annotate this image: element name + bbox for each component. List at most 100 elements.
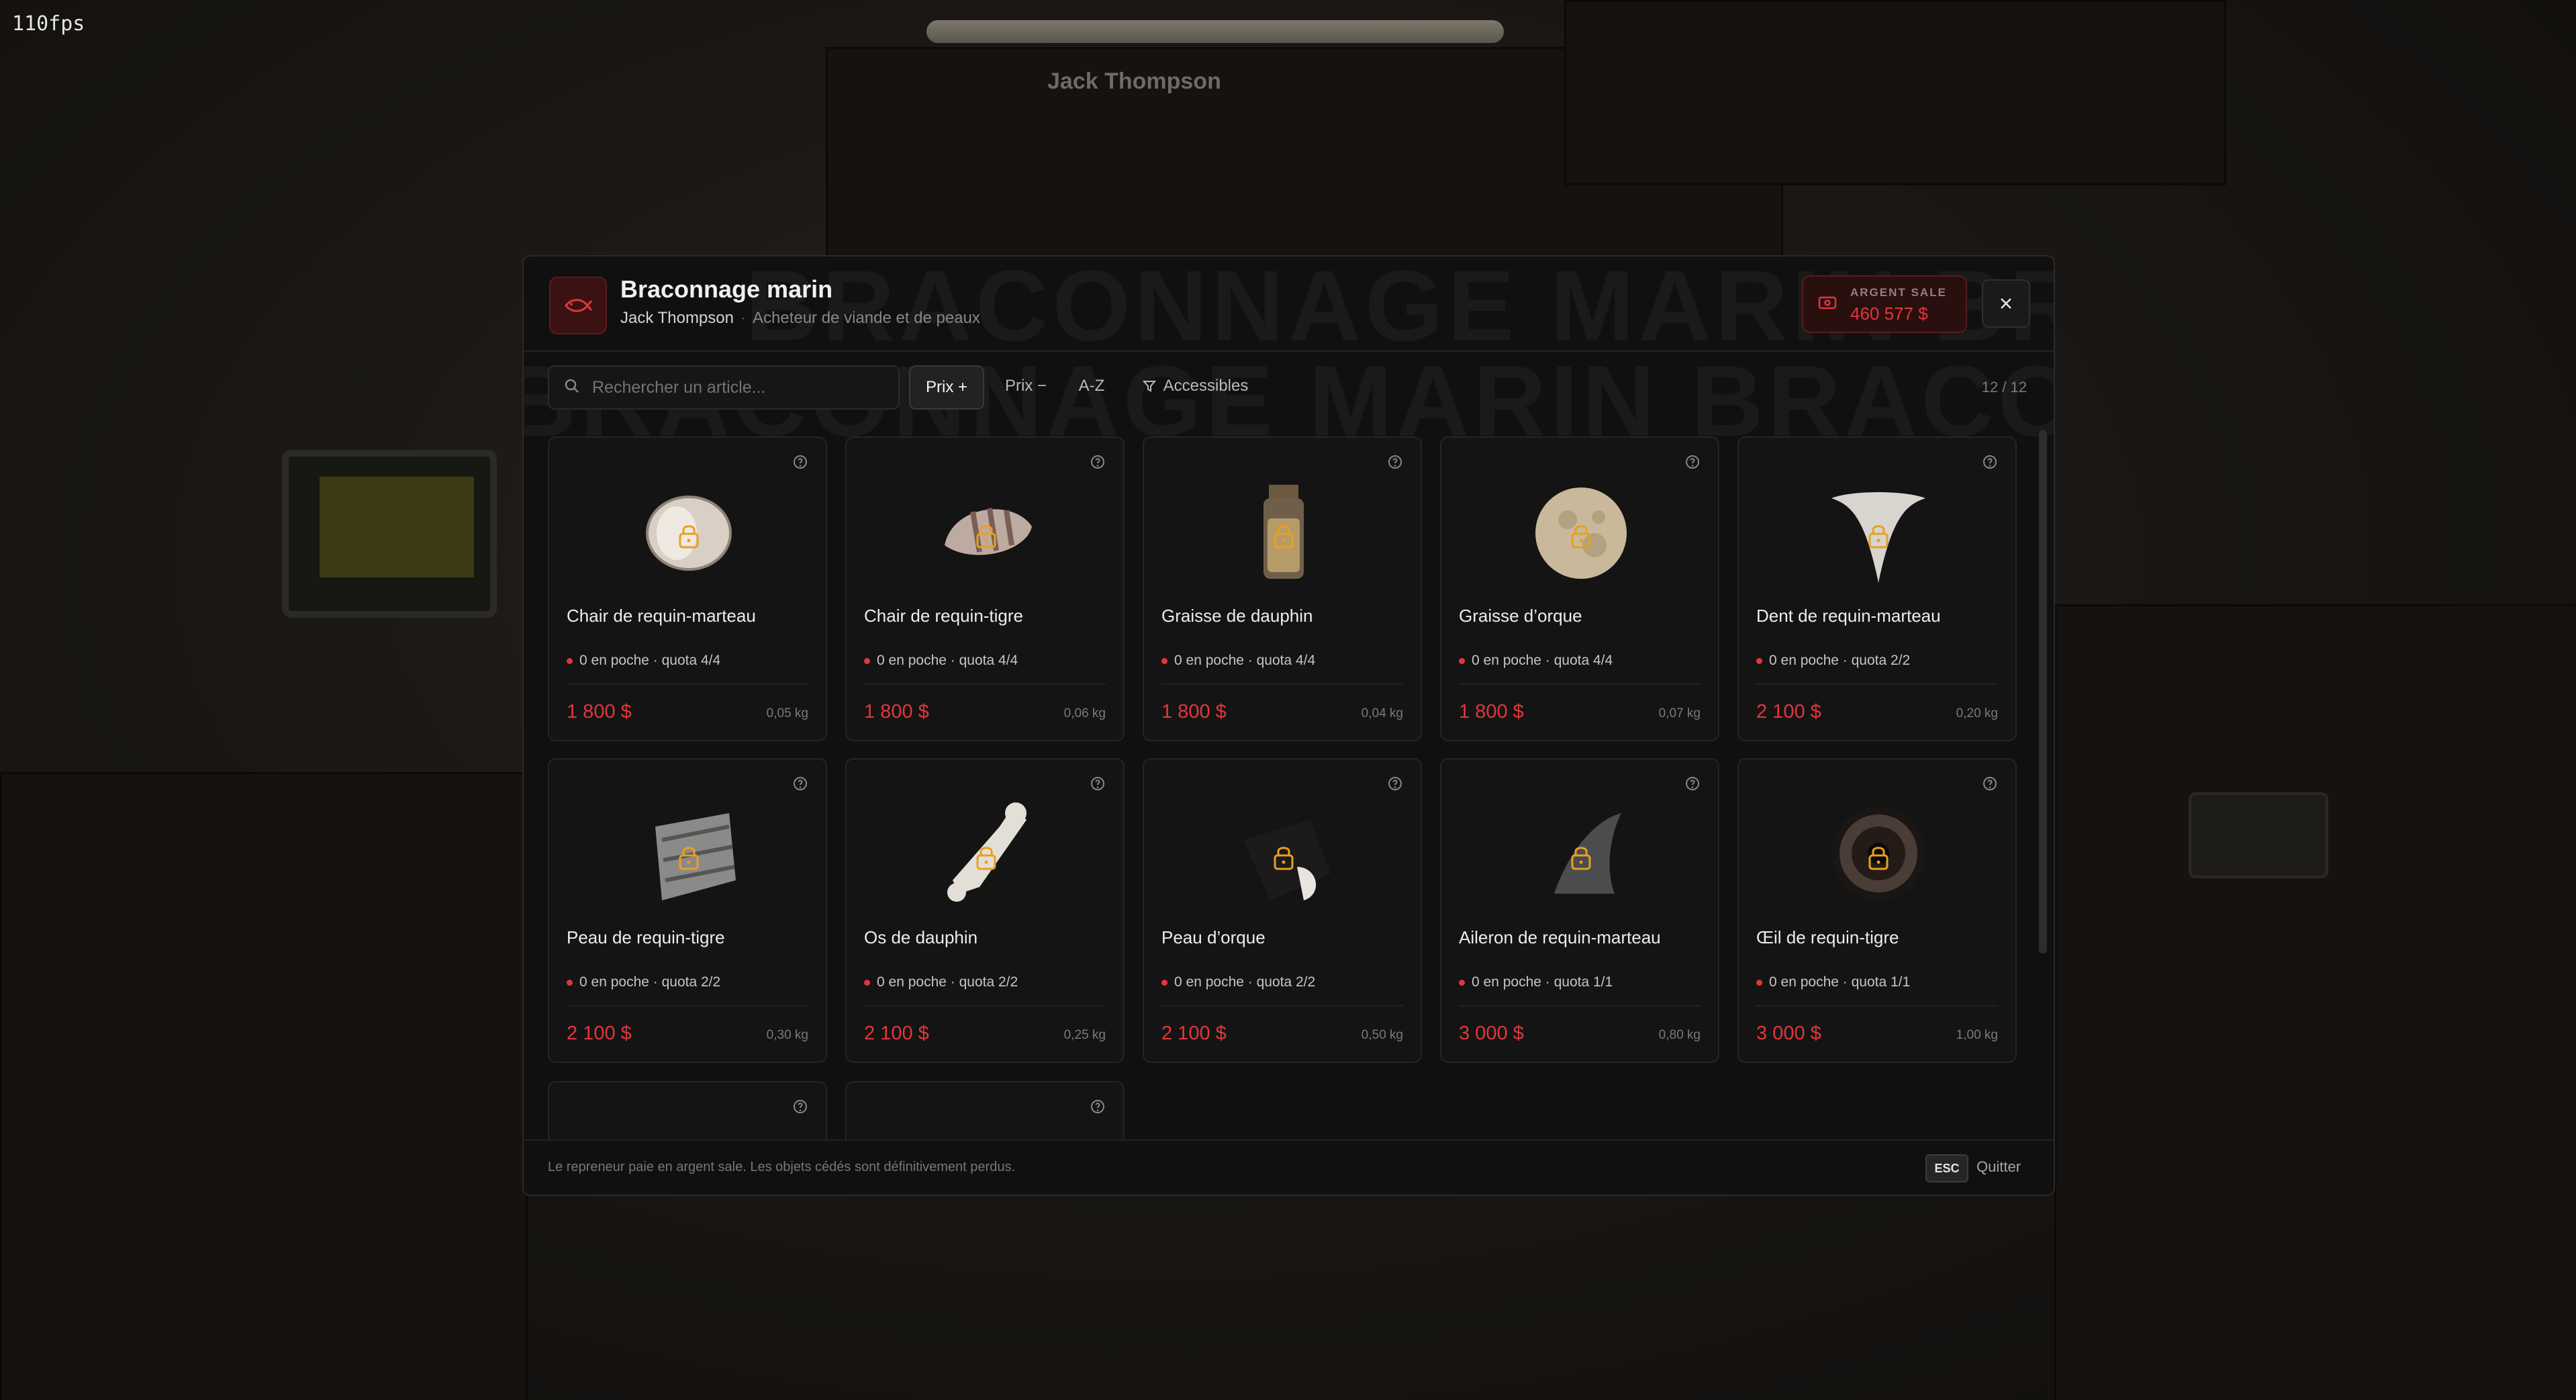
shop-title: Braconnage marin (620, 275, 833, 303)
item-card[interactable]: Graisse de dauphin 0 en poche · quota 4/4… (1143, 436, 1422, 741)
info-icon[interactable] (1684, 454, 1701, 473)
lock-icon (971, 521, 1001, 554)
item-weight: 0,50 kg (1361, 1028, 1403, 1042)
sort-price-asc[interactable]: Prix + (909, 365, 984, 410)
background-oscilloscope (282, 450, 497, 618)
toolbar: Prix + Prix − A-Z Accessibles 12 / 12 (524, 351, 2054, 426)
item-weight: 0,07 kg (1658, 706, 1701, 720)
card-divider (1459, 1005, 1701, 1007)
status-dot (1756, 657, 1762, 664)
lock-icon (971, 843, 1001, 876)
item-card[interactable]: Graisse d’orque 0 en poche · quota 4/4 1 8… (1440, 436, 1719, 741)
item-price: 2 100 $ (1756, 701, 1821, 722)
info-icon[interactable] (1387, 454, 1403, 473)
item-quota-text: 0 en poche · quota 2/2 (1769, 653, 1911, 668)
item-quota: 0 en poche · quota 2/2 (567, 974, 720, 990)
shop-modal: BRACONNAGE MARIN BRACONNAGE MARIN BRACON… (522, 255, 2055, 1196)
item-quota: 0 en poche · quota 1/1 (1756, 974, 1910, 990)
item-price: 2 100 $ (567, 1023, 632, 1044)
dirty-money-badge: ARGENT SALE 460 577 $ (1802, 275, 1967, 333)
modal-footer: Le repreneur paie en argent sale. Les ob… (524, 1139, 2054, 1195)
item-card[interactable]: Œil de requin-tigre 0 en poche · quota 1/… (1737, 758, 2017, 1063)
shop-subtitle: Jack Thompson · Acheteur de viande et de p… (620, 309, 980, 328)
item-quota-text: 0 en poche · quota 4/4 (1174, 653, 1316, 668)
status-dot (567, 979, 573, 986)
card-divider (864, 1005, 1106, 1007)
item-card-partial[interactable] (845, 1081, 1125, 1141)
item-name: Dent de requin-marteau (1756, 606, 1941, 626)
close-icon (2001, 298, 2011, 309)
item-card[interactable]: Chair de requin-tigre 0 en poche · quota … (845, 436, 1125, 741)
item-quota-text: 0 en poche · quota 2/2 (877, 974, 1018, 990)
status-dot (567, 657, 573, 664)
close-button[interactable] (1982, 279, 2030, 328)
esc-key-hint[interactable]: ESC (1925, 1154, 1968, 1182)
item-quota: 0 en poche · quota 2/2 (864, 974, 1018, 990)
item-card[interactable]: Peau de requin-tigre 0 en poche · quota 2… (548, 758, 827, 1063)
item-name: Chair de requin-marteau (567, 606, 756, 626)
status-dot (1459, 979, 1465, 986)
lock-icon (1566, 521, 1596, 554)
lock-icon (1269, 521, 1298, 554)
search-input[interactable] (591, 377, 875, 398)
item-quota: 0 en poche · quota 4/4 (1161, 653, 1315, 669)
status-dot (1459, 657, 1465, 664)
sort-price-desc[interactable]: Prix − (994, 365, 1058, 407)
info-icon[interactable] (1387, 776, 1403, 795)
background-records (2054, 604, 2576, 1400)
item-weight: 0,80 kg (1658, 1028, 1701, 1042)
item-weight: 0,30 kg (766, 1028, 808, 1042)
fps-counter: 110fps (12, 12, 85, 36)
background-radio (2189, 792, 2328, 878)
item-quota: 0 en poche · quota 4/4 (567, 653, 720, 669)
item-name: Peau d’orque (1161, 927, 1266, 947)
info-icon[interactable] (1090, 454, 1106, 473)
quit-label[interactable]: Quitter (1976, 1158, 2021, 1176)
item-price: 2 100 $ (1161, 1023, 1227, 1044)
sort-alpha[interactable]: A-Z (1065, 365, 1118, 407)
item-quota-text: 0 en poche · quota 2/2 (1174, 974, 1316, 990)
item-name: Graisse d’orque (1459, 606, 1582, 626)
card-divider (1161, 1005, 1403, 1007)
item-price: 3 000 $ (1459, 1023, 1524, 1044)
lock-icon (1566, 843, 1596, 876)
item-card[interactable]: Peau d’orque 0 en poche · quota 2/2 2 100 … (1143, 758, 1422, 1063)
item-name: Chair de requin-tigre (864, 606, 1024, 626)
fish-icon (549, 277, 607, 334)
item-weight: 0,04 kg (1361, 706, 1403, 720)
filter-label: Accessibles (1163, 377, 1249, 395)
item-price: 1 800 $ (864, 701, 929, 722)
info-icon[interactable] (792, 1099, 808, 1118)
money-label: ARGENT SALE (1850, 286, 1947, 299)
item-price: 1 800 $ (1161, 701, 1227, 722)
info-icon[interactable] (792, 454, 808, 473)
item-name: Œil de requin-tigre (1756, 927, 1899, 947)
card-divider (1459, 684, 1701, 685)
info-icon[interactable] (1982, 454, 1998, 473)
item-card[interactable]: Os de dauphin 0 en poche · quota 2/2 2 100… (845, 758, 1125, 1063)
item-card-partial[interactable] (548, 1081, 827, 1141)
item-quota-text: 0 en poche · quota 4/4 (1472, 653, 1613, 668)
lock-icon (1864, 521, 1893, 554)
item-card[interactable]: Dent de requin-marteau 0 en poche · quota… (1737, 436, 2017, 741)
item-price: 2 100 $ (864, 1023, 929, 1044)
lock-icon (1269, 843, 1298, 876)
info-icon[interactable] (1090, 776, 1106, 795)
card-divider (1161, 684, 1403, 685)
item-quota: 0 en poche · quota 1/1 (1459, 974, 1613, 990)
item-weight: 0,20 kg (1956, 706, 1998, 720)
subtitle-separator: · (740, 309, 746, 327)
info-icon[interactable] (792, 776, 808, 795)
item-quota: 0 en poche · quota 4/4 (864, 653, 1018, 669)
item-card[interactable]: Chair de requin-marteau 0 en poche · quot… (548, 436, 827, 741)
search-box[interactable] (548, 365, 900, 410)
card-divider (864, 684, 1106, 685)
card-divider (567, 684, 808, 685)
lock-icon (1864, 843, 1893, 876)
info-icon[interactable] (1982, 776, 1998, 795)
item-card[interactable]: Aileron de requin-marteau 0 en poche · qu… (1440, 758, 1719, 1063)
info-icon[interactable] (1090, 1099, 1106, 1118)
item-name: Os de dauphin (864, 927, 978, 947)
filter-accessible-button[interactable]: Accessibles (1128, 365, 1262, 407)
info-icon[interactable] (1684, 776, 1701, 795)
